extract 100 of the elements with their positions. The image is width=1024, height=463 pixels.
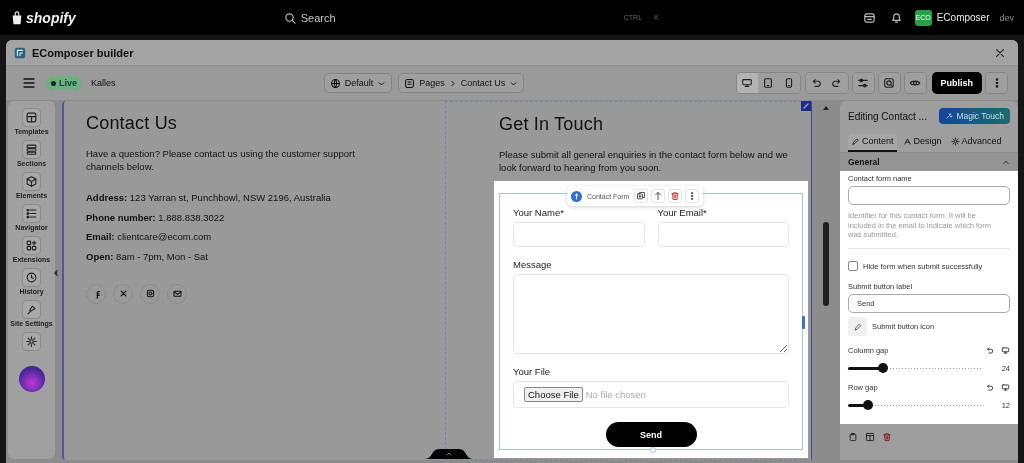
- preview-button[interactable]: [904, 73, 926, 93]
- magic-touch-button[interactable]: Magic Touch: [939, 108, 1010, 124]
- pencil-icon: [852, 321, 863, 332]
- contact-detail: Email: clientcare@ecom.com: [86, 231, 213, 243]
- desktop-view-button[interactable]: [736, 73, 758, 93]
- icon-picker[interactable]: [848, 317, 867, 337]
- copy-icon[interactable]: [848, 432, 858, 443]
- intro-text: Please submit all general enquiries in the contact form below and we look forward to hearing from you soon.: [499, 148, 789, 174]
- arrow-up-icon: [653, 191, 664, 201]
- assistant-orb-icon[interactable]: [18, 366, 45, 392]
- grid-icon: [22, 108, 41, 127]
- layout-icon[interactable]: [865, 432, 875, 443]
- send-button[interactable]: Send: [605, 422, 697, 447]
- field-label: Your Name*: [513, 207, 565, 218]
- more-button[interactable]: [986, 73, 1007, 93]
- collapse-arrow-icon[interactable]: [53, 269, 58, 277]
- page-dropdown[interactable]: Pages Contact Us: [398, 73, 525, 93]
- undo-button[interactable]: [805, 73, 827, 93]
- panel-tab[interactable]: Advanced: [947, 134, 1005, 152]
- shopping-bag-icon: [10, 9, 24, 26]
- mobile-icon: [783, 77, 795, 89]
- settings-icon: [950, 136, 960, 146]
- cube-icon: [22, 172, 41, 191]
- contact-detail: Phone number: 1.888.838.3022: [86, 211, 226, 224]
- magic-icon: [945, 112, 954, 120]
- edit-icon[interactable]: [801, 101, 811, 111]
- pencil-icon: [851, 136, 860, 146]
- store-name: Kalles: [91, 78, 116, 88]
- delete-button[interactable]: [668, 189, 683, 203]
- menu-icon[interactable]: [22, 76, 36, 90]
- slider-thumb[interactable]: [863, 400, 874, 411]
- mobile-view-button[interactable]: [778, 73, 800, 93]
- instagram-icon: [144, 288, 156, 299]
- delete-icon: [670, 191, 681, 201]
- redo-icon: [831, 77, 843, 89]
- field-label: Message: [513, 259, 553, 270]
- blocks-icon: [22, 236, 41, 255]
- chevron-right-icon: [448, 78, 457, 88]
- section-header[interactable]: General: [840, 153, 1018, 171]
- field-label: Your Email*: [657, 207, 708, 218]
- desktop-icon: [741, 77, 753, 89]
- search-icon: [283, 11, 296, 24]
- duplicate-button[interactable]: [634, 189, 649, 203]
- breadcrumb-item[interactable]: Pages: [419, 78, 445, 88]
- store-icon[interactable]: [862, 11, 876, 24]
- reset-icon[interactable]: [985, 383, 994, 393]
- panel-tab[interactable]: Design: [899, 134, 945, 152]
- stack-icon: [22, 140, 41, 159]
- message-field[interactable]: [513, 274, 789, 354]
- text-field[interactable]: [848, 186, 1010, 205]
- sliders-icon: [857, 77, 869, 89]
- move-up-button[interactable]: [651, 189, 666, 203]
- close-icon[interactable]: [994, 46, 1006, 59]
- panel-title: Editing Contact ...: [848, 110, 927, 122]
- slider-thumb[interactable]: [877, 363, 888, 374]
- adjust-button[interactable]: [852, 73, 874, 93]
- breadcrumb-item[interactable]: Contact Us: [460, 78, 506, 88]
- bell-icon[interactable]: [889, 11, 903, 24]
- sidebar-item[interactable]: [22, 332, 41, 351]
- chevron-icon: [1002, 158, 1010, 166]
- scrollbar-thumb[interactable]: [823, 222, 829, 306]
- duplicate-icon: [636, 191, 647, 201]
- file-field[interactable]: Choose File No file chosen: [513, 381, 789, 408]
- undo-icon: [810, 77, 822, 89]
- desktop-icon[interactable]: [1001, 346, 1010, 356]
- search-field[interactable]: Search: [300, 11, 481, 24]
- intro-text: Have a question? Please contact us using the customer support channels below.: [86, 147, 356, 173]
- app-logo-icon: [14, 46, 26, 59]
- store-role: dev: [999, 12, 1014, 23]
- panel-tab[interactable]: Content: [848, 134, 897, 152]
- page-icon: [404, 77, 416, 89]
- tablet-icon: [762, 77, 774, 89]
- clock-icon: [22, 268, 41, 287]
- list-icon: [22, 204, 41, 223]
- settings-icon: [22, 332, 41, 351]
- eye-icon: [909, 77, 921, 89]
- checkbox[interactable]: [848, 261, 858, 272]
- publish-button[interactable]: Publish: [931, 72, 982, 94]
- more-button[interactable]: [685, 189, 700, 203]
- window-title: EComposer builder: [32, 46, 134, 59]
- inspect-button[interactable]: [878, 73, 900, 93]
- reset-icon[interactable]: [985, 346, 994, 356]
- brand-logo: shopify: [26, 9, 76, 26]
- choose-file-button[interactable]: Choose File: [524, 387, 583, 402]
- resize-handle[interactable]: [802, 316, 805, 329]
- collapse-tab-icon[interactable]: [425, 447, 473, 459]
- delete-icon[interactable]: [882, 432, 892, 443]
- desktop-icon[interactable]: [1001, 383, 1010, 393]
- contact-detail: Open: 8am - 7pm, Mon - Sat: [86, 250, 209, 263]
- file-status: No file chosen: [585, 389, 646, 400]
- email-icon: [171, 288, 183, 299]
- redo-button[interactable]: [826, 73, 848, 93]
- field-label: Your File: [513, 366, 552, 377]
- inspect-icon: [883, 77, 895, 89]
- tablet-view-button[interactable]: [757, 73, 779, 93]
- scroll-up-icon[interactable]: [822, 104, 830, 111]
- store-name[interactable]: EComposer: [936, 12, 990, 23]
- theme-dropdown[interactable]: Default: [323, 73, 393, 93]
- contact-detail: Address: 123 Yarran st, Punchbowl, NSW 2196, Australia: [86, 192, 332, 204]
- globe-icon: [329, 77, 341, 89]
